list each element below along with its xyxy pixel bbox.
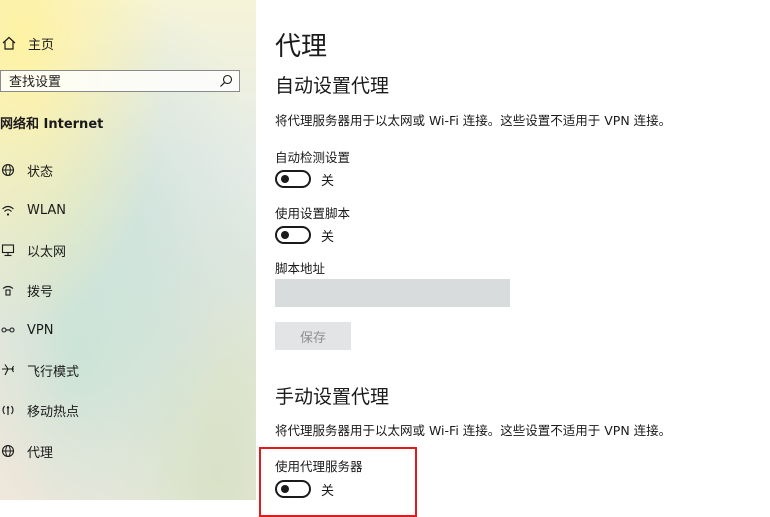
main-content: 代理 自动设置代理 将代理服务器用于以太网或 Wi-Fi 连接。这些设置不适用于… (256, 0, 770, 517)
sidebar-item-wlan[interactable]: WLAN (0, 199, 66, 221)
sidebar-item-label: 拨号 (27, 284, 54, 300)
sidebar-section-heading: 网络和 Internet (0, 117, 104, 132)
toggle-knob (281, 485, 289, 493)
sidebar-home-label: 主页 (28, 37, 55, 53)
script-address-input[interactable] (275, 279, 510, 307)
sidebar-item-proxy[interactable]: 代理 (0, 440, 53, 462)
globe-status-icon (0, 162, 16, 178)
search-icon[interactable] (219, 74, 233, 88)
setup-script-toggle[interactable] (275, 226, 311, 244)
ethernet-icon (0, 242, 16, 258)
auto-proxy-heading: 自动设置代理 (275, 75, 390, 97)
page-title: 代理 (275, 32, 328, 62)
auto-proxy-description: 将代理服务器用于以太网或 Wi-Fi 连接。这些设置不适用于 VPN 连接。 (275, 113, 672, 128)
sidebar-item-label: 飞行模式 (27, 364, 80, 380)
sidebar-item-label: WLAN (27, 202, 67, 218)
sidebar-item-status[interactable]: 状态 (0, 159, 53, 181)
sidebar-item-hotspot[interactable]: 移动热点 (0, 399, 79, 421)
auto-detect-label: 自动检测设置 (275, 150, 351, 165)
toggle-knob (281, 175, 289, 183)
dialup-icon (0, 282, 16, 298)
setup-script-state: 关 (321, 229, 335, 245)
hotspot-icon (0, 402, 16, 418)
auto-detect-state: 关 (321, 173, 335, 189)
save-button[interactable]: 保存 (275, 322, 351, 350)
sidebar-home[interactable]: 主页 (0, 32, 54, 54)
sidebar-item-label: VPN (27, 322, 54, 338)
manual-proxy-description: 将代理服务器用于以太网或 Wi-Fi 连接。这些设置不适用于 VPN 连接。 (275, 423, 672, 438)
sidebar-item-label: 状态 (27, 164, 54, 180)
vpn-icon (0, 322, 16, 338)
sidebar: 主页 网络和 Internet 状态 WLAN 以太网 拨号 (0, 0, 256, 500)
use-proxy-server-label: 使用代理服务器 (275, 459, 363, 474)
sidebar-item-label: 移动热点 (27, 404, 80, 420)
home-icon (2, 36, 16, 50)
sidebar-item-label: 代理 (27, 445, 54, 461)
wifi-icon (0, 202, 16, 218)
auto-detect-row: 关 (275, 169, 334, 189)
airplane-icon (0, 362, 16, 378)
globe-icon (0, 443, 16, 459)
manual-proxy-heading: 手动设置代理 (275, 386, 390, 408)
sidebar-item-ethernet[interactable]: 以太网 (0, 239, 66, 261)
sidebar-item-vpn[interactable]: VPN (0, 319, 53, 341)
sidebar-item-label: 以太网 (27, 244, 67, 260)
toggle-knob (281, 231, 289, 239)
setup-script-row: 关 (275, 225, 334, 245)
auto-detect-toggle[interactable] (275, 170, 311, 188)
setup-script-label: 使用设置脚本 (275, 206, 351, 221)
search-box[interactable] (0, 70, 240, 93)
use-proxy-server-row: 关 (275, 479, 334, 499)
use-proxy-server-state: 关 (321, 483, 335, 499)
use-proxy-server-toggle[interactable] (275, 480, 311, 498)
search-input[interactable] (1, 72, 209, 93)
sidebar-item-airplane-mode[interactable]: 飞行模式 (0, 359, 79, 381)
sidebar-item-dialup[interactable]: 拨号 (0, 279, 53, 301)
script-address-label: 脚本地址 (275, 261, 326, 276)
